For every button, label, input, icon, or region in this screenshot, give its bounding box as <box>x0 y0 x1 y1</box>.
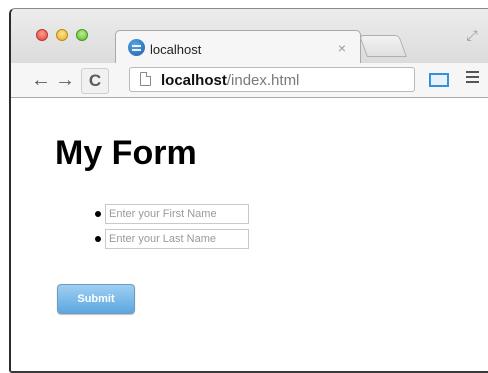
bullet <box>95 236 101 242</box>
close-window-button[interactable] <box>36 29 48 41</box>
fullscreen-icon[interactable]: ⤢ <box>464 27 480 43</box>
url-path: /index.html <box>226 72 300 89</box>
back-button[interactable]: ← <box>31 69 51 91</box>
cast-icon[interactable] <box>429 73 449 87</box>
minimize-window-button[interactable] <box>56 29 68 41</box>
page-icon <box>140 72 151 86</box>
tab-localhost[interactable]: localhost × <box>115 30 361 65</box>
url-text: localhost/index.html <box>161 72 299 89</box>
new-tab-button[interactable] <box>358 35 408 57</box>
url-host: localhost <box>161 72 227 89</box>
page-title: My Form <box>55 134 197 172</box>
browser-window: localhost × ⤢ ← → C localhost/index.html… <box>9 8 488 373</box>
tab-close-icon[interactable]: × <box>338 40 346 56</box>
hamburger-menu-icon[interactable] <box>466 71 479 87</box>
tab-title: localhost <box>150 42 202 57</box>
maximize-window-button[interactable] <box>76 29 88 41</box>
bullet <box>95 211 101 217</box>
globe-icon <box>128 39 145 56</box>
page-content: My Form Submit <box>11 98 488 371</box>
browser-toolbar: ← → C localhost/index.html <box>11 63 488 98</box>
last-name-field[interactable] <box>105 229 249 249</box>
first-name-field[interactable] <box>105 204 249 224</box>
title-bar: localhost × ⤢ <box>11 9 488 65</box>
submit-button[interactable]: Submit <box>57 284 135 314</box>
forward-button[interactable]: → <box>55 69 75 91</box>
address-bar[interactable]: localhost/index.html <box>129 67 415 92</box>
reload-button[interactable]: C <box>81 68 109 94</box>
